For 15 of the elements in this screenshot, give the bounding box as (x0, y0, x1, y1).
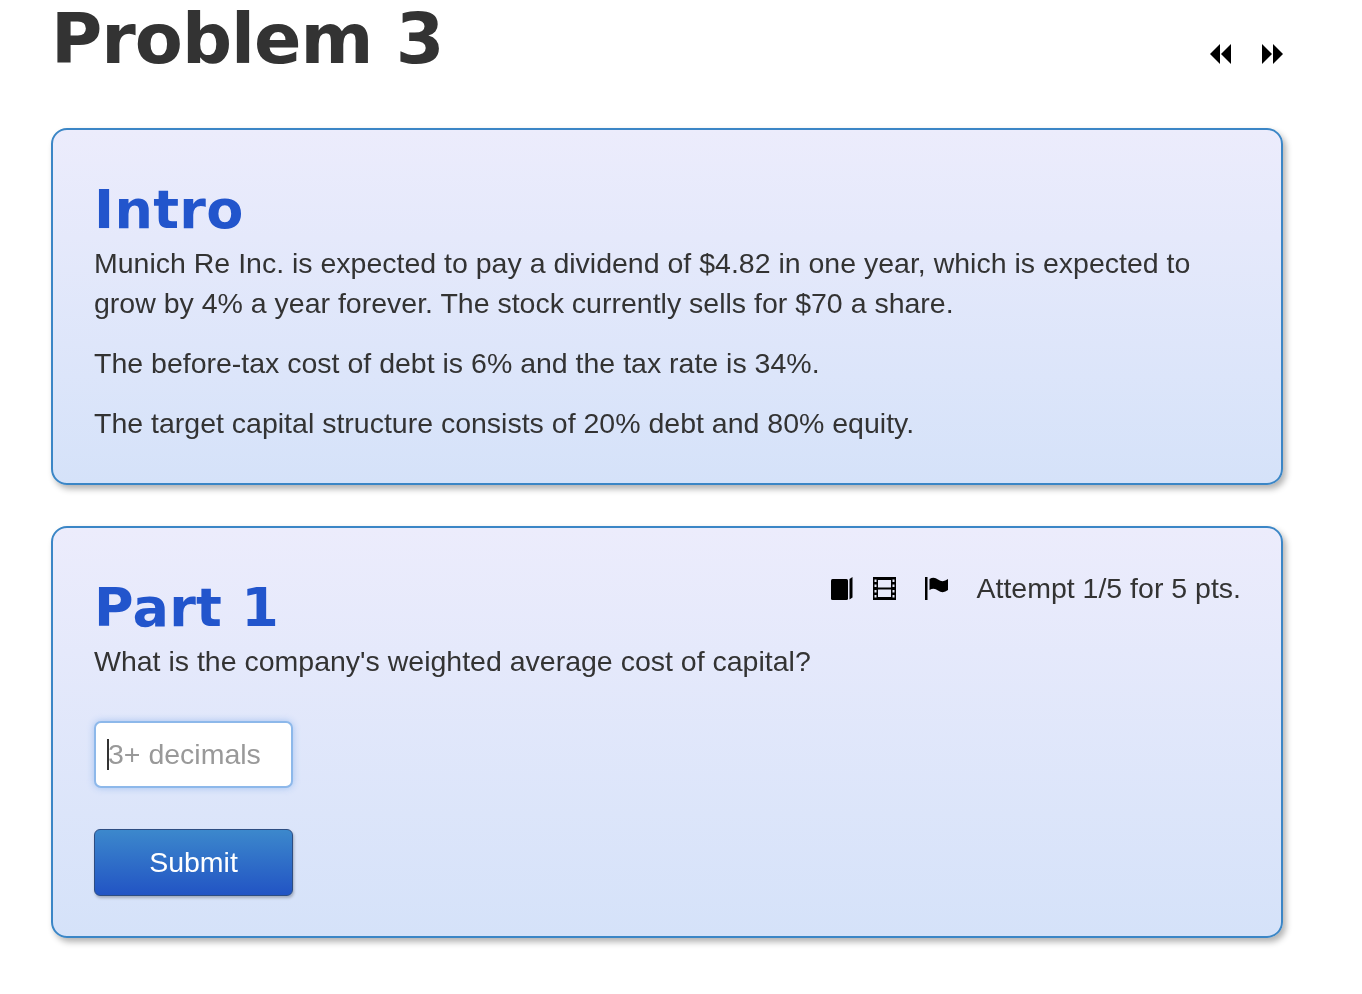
intro-paragraph: Munich Re Inc. is expected to pay a dividend of $4.82 in one year, which is expected to grow by 4% a year forever. The stock currently sells for $70 a share. (94, 246, 1192, 321)
film-icon[interactable] (873, 576, 897, 600)
fast-forward-icon[interactable] (1262, 44, 1283, 64)
input-field[interactable]: 3+ decimals (94, 721, 293, 788)
submit-button[interactable]: Submit (94, 829, 293, 896)
section-heading: Intro (94, 177, 245, 243)
question-text: What is the company's weighted average cost of capital? (94, 644, 812, 679)
attempt-info: Attempt 1/5 for 5 pts. (976, 571, 1241, 606)
flag-icon[interactable] (925, 576, 949, 600)
book-icon[interactable] (831, 576, 854, 600)
rewind-icon[interactable] (1210, 44, 1231, 64)
page-title: Problem 3 (51, 0, 444, 75)
section-heading: Part 1 (94, 575, 280, 641)
intro-paragraph: The before-tax cost of debt is 6% and the tax rate is 34%. (94, 346, 821, 381)
intro-paragraph: The target capital structure consists of 20% debt and 80% equity. (94, 406, 916, 441)
